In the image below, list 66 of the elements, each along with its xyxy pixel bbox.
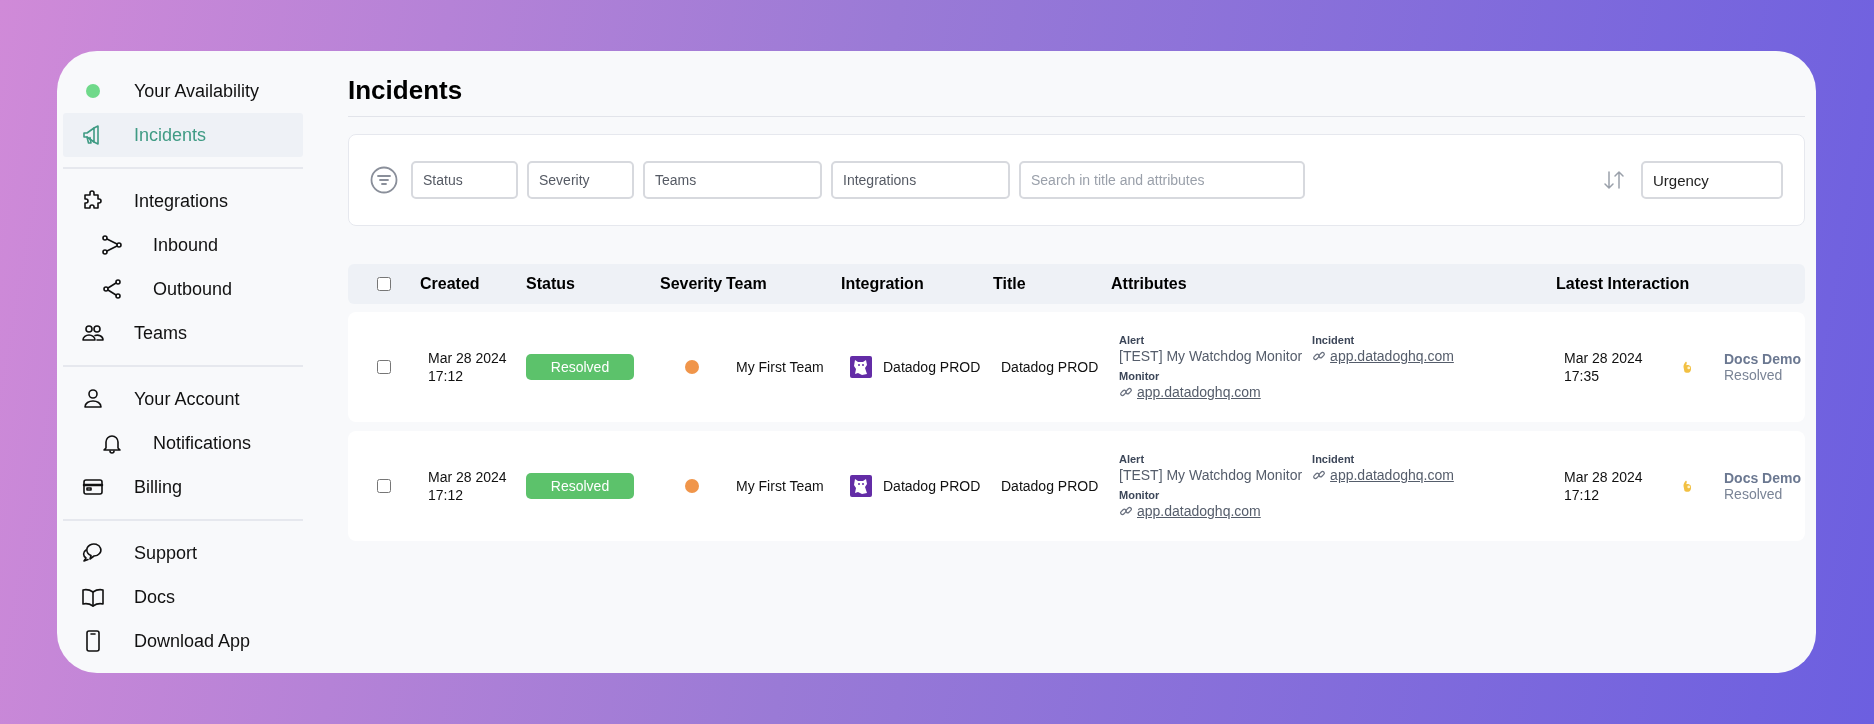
sidebar-item[interactable]: Integrations <box>63 179 303 223</box>
attribute-value: [TEST] My Watchdog Monitor <box>1119 467 1303 484</box>
sidebar-item[interactable]: Billing <box>63 465 303 509</box>
sidebar-item[interactable]: Teams <box>63 311 303 355</box>
attribute-link[interactable]: app.datadoghq.com <box>1330 467 1454 484</box>
interaction-action: Resolved <box>1724 367 1784 384</box>
sidebar-item[interactable]: Your Account <box>63 377 303 421</box>
chat-icon <box>81 541 105 565</box>
integration-name: Datadog PROD <box>883 477 981 496</box>
created-date: Mar 28 2024 17:12 <box>428 349 507 386</box>
search-field[interactable]: Search in title and attributes <box>1019 161 1305 200</box>
share-icon <box>100 277 124 301</box>
column-header: Latest Interaction <box>1556 275 1690 294</box>
attribute-link[interactable]: app.datadoghq.com <box>1330 348 1454 365</box>
incident-title: Datadog PROD <box>1001 358 1099 377</box>
team-name: My First Team <box>736 477 824 496</box>
page-title: Incidents <box>348 75 464 107</box>
sidebar-item[interactable]: Download App <box>63 619 303 663</box>
filter-dropdown[interactable]: Teams <box>643 161 822 200</box>
interaction-time: Mar 28 2024 17:12 <box>1564 468 1644 505</box>
attribute-label: Incident <box>1312 334 1356 347</box>
sidebar-item[interactable]: Notifications <box>63 421 303 465</box>
attribute-label: Monitor <box>1119 489 1161 502</box>
incident-row[interactable]: Mar 28 2024 17:12 Resolved My First Team Datadog PROD Datadog PROD Alert [TEST] My Watchdog Monitor Incident app.datadoghq.com Monitor app.datadoghq.com Mar 28 2024 17:12 Docs Demo Resolved <box>348 431 1805 542</box>
attribute-label: Alert <box>1119 334 1146 347</box>
user-name: Docs Demo <box>1724 351 1802 368</box>
interaction-time: Mar 28 2024 17:35 <box>1564 349 1644 386</box>
dog-logo-icon <box>849 474 873 499</box>
sidebar-item[interactable]: Inbound <box>63 223 303 267</box>
filter-dropdown[interactable]: Integrations <box>831 161 1010 200</box>
select-all-checkbox[interactable] <box>377 277 391 292</box>
attribute-value: [TEST] My Watchdog Monitor <box>1119 348 1303 365</box>
row-checkbox[interactable] <box>377 479 391 494</box>
team-name: My First Team <box>736 358 824 377</box>
incident-row[interactable]: Mar 28 2024 17:12 Resolved My First Team Datadog PROD Datadog PROD Alert [TEST] My Watchdog Monitor Incident app.datadoghq.com Monitor app.datadoghq.com Mar 28 2024 17:35 Docs Demo Resolved <box>348 312 1805 423</box>
sidebar-item[interactable]: Docs <box>63 575 303 619</box>
column-header: Team <box>726 275 767 294</box>
column-header: Title <box>993 275 1026 294</box>
sidebar-item[interactable]: Support <box>63 531 303 575</box>
column-header: Integration <box>841 275 924 294</box>
attribute-label: Alert <box>1119 453 1146 466</box>
status-badge: Resolved <box>526 473 634 500</box>
sort-dropdown[interactable]: Urgency <box>1641 161 1783 200</box>
status-badge: Resolved <box>526 354 634 381</box>
filter-icon <box>370 166 398 195</box>
attribute-link[interactable]: app.datadoghq.com <box>1137 384 1261 401</box>
integration-name: Datadog PROD <box>883 358 981 377</box>
column-header: Severity <box>660 275 723 294</box>
created-date: Mar 28 2024 17:12 <box>428 468 507 505</box>
attribute-label: Incident <box>1312 453 1356 466</box>
column-header: Attributes <box>1111 275 1187 294</box>
filter-dropdown[interactable]: Severity <box>527 161 634 200</box>
attribute-link[interactable]: app.datadoghq.com <box>1137 503 1261 520</box>
attribute-label: Monitor <box>1119 370 1161 383</box>
dog-logo-icon <box>849 355 873 380</box>
user-icon <box>81 387 105 411</box>
branch-icon <box>100 233 124 257</box>
interaction-action: Resolved <box>1724 486 1784 503</box>
incident-title: Datadog PROD <box>1001 477 1099 496</box>
filter-dropdown[interactable]: Status <box>411 161 518 200</box>
user-name: Docs Demo <box>1724 470 1802 487</box>
sidebar-item[interactable]: Outbound <box>63 267 303 311</box>
sidebar-item[interactable]: Your Availability <box>63 69 303 113</box>
column-header: Created <box>420 275 480 294</box>
column-header: Status <box>526 275 575 294</box>
row-checkbox[interactable] <box>377 360 391 375</box>
